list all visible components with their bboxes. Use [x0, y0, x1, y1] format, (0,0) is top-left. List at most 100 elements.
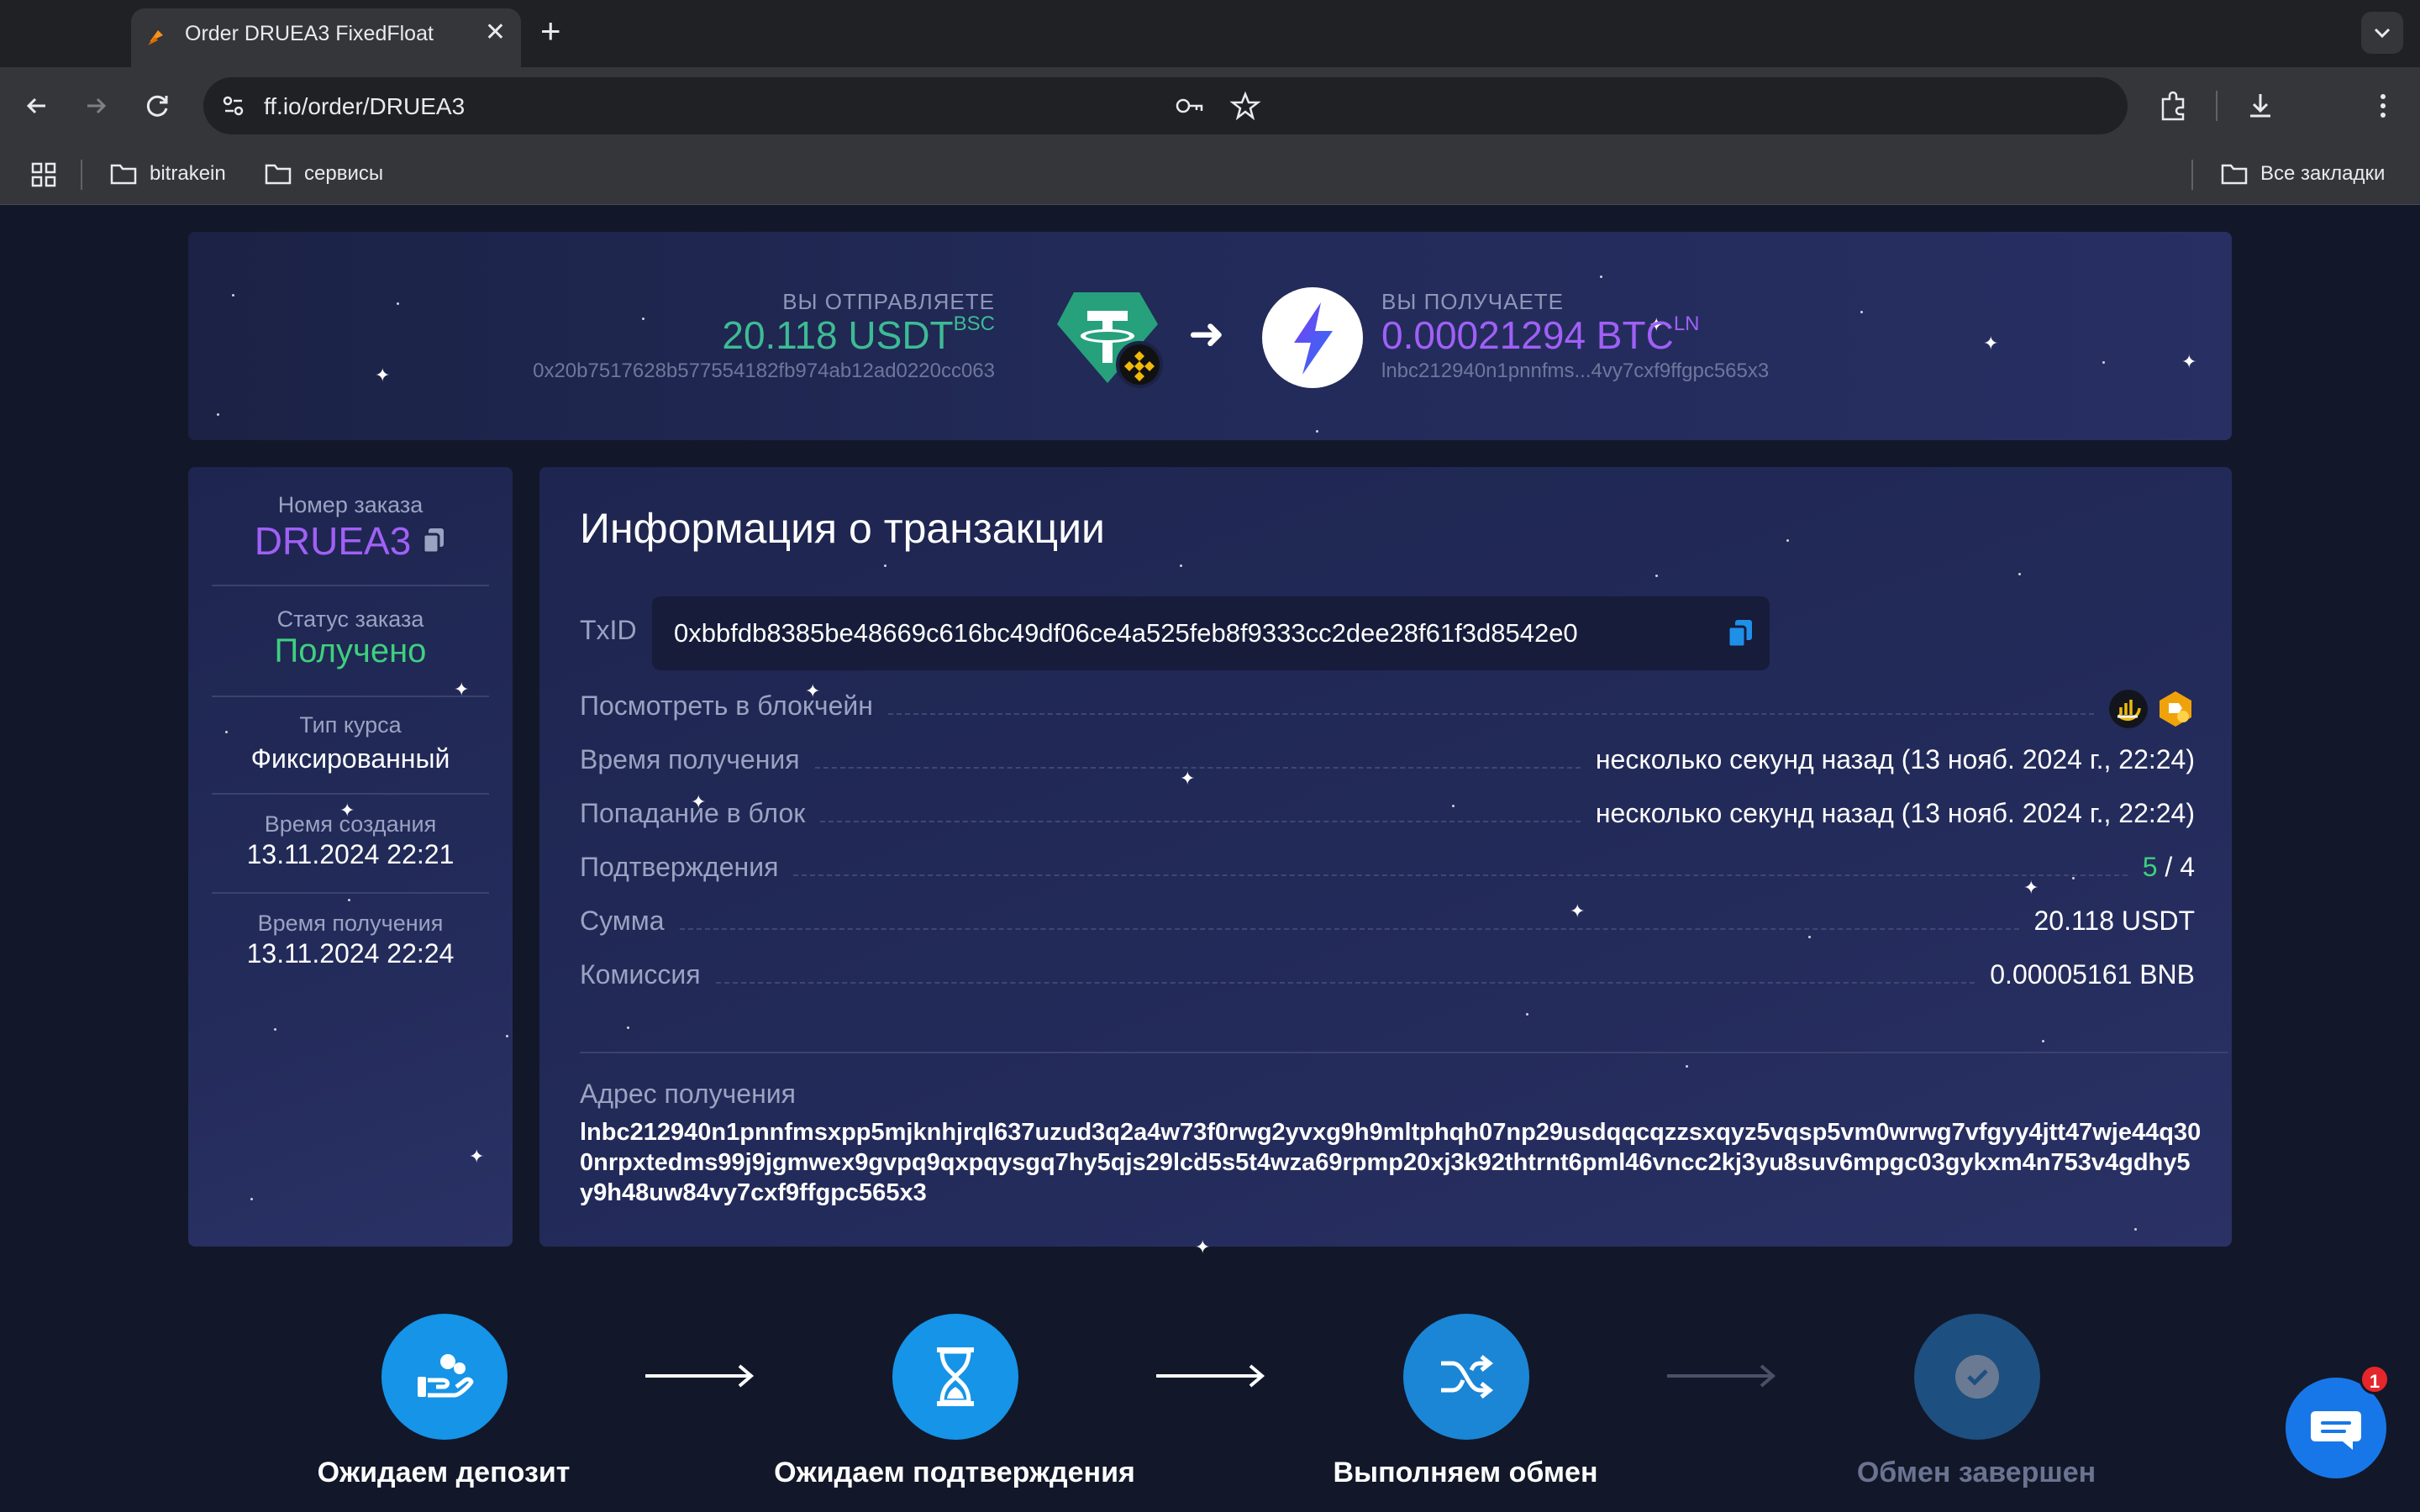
divider	[580, 1052, 2228, 1053]
copy-icon[interactable]	[421, 527, 446, 555]
confirmations-row: Подтверждения 5 / 4	[580, 852, 2195, 889]
receive-amount: 0.00021294 BTCLN	[1381, 312, 1700, 357]
amount-label: Сумма	[580, 906, 665, 936]
order-status-label: Статус заказа	[276, 606, 424, 632]
explorer-links	[2109, 690, 2195, 728]
toolbar-divider	[2216, 91, 2217, 121]
receive-address-full[interactable]: lnbc212940n1pnnfmsxpp5mjknhjrql637uzud3q…	[580, 1117, 2202, 1208]
back-icon[interactable]	[18, 87, 55, 124]
chevron-down-icon	[2374, 28, 2391, 39]
transaction-info-panel: ✦ ✦ ✦ ✦ ✦ ✦ Информация о транзакции TxID 0x…	[539, 467, 2232, 1257]
rate-type-value: Фиксированный	[250, 743, 450, 774]
menu-kebab-icon[interactable]	[2365, 87, 2402, 124]
step-arrow-icon	[1156, 1364, 1265, 1388]
send-address: 0x20b7517628b577554182fb974ab12ad0220cc0…	[533, 360, 995, 382]
new-tab-icon[interactable]: +	[540, 13, 561, 49]
browser-tabbar: Order DRUEA3 FixedFloat ✕ +	[0, 0, 2420, 67]
step-complete-circle	[1914, 1314, 2040, 1440]
order-status-block: Статус заказа Получено	[212, 606, 489, 670]
txid-label: TxID	[580, 615, 637, 645]
step-arrow-icon	[1667, 1364, 1776, 1388]
download-icon[interactable]	[2242, 87, 2279, 124]
block-time-label: Попадание в блок	[580, 798, 806, 828]
fee-row: Комиссия 0.00005161 BNB	[580, 959, 2195, 996]
rate-type-block: Тип курса Фиксированный	[212, 712, 489, 774]
shuffle-icon	[1441, 1355, 1494, 1399]
all-bookmarks-button[interactable]: Все закладки	[2220, 161, 2385, 186]
receive-network-tag: LN	[1673, 312, 1700, 335]
rate-type-label: Тип курса	[299, 712, 402, 738]
order-number-label: Номер заказа	[277, 492, 424, 517]
bookmarks-divider	[81, 160, 82, 190]
all-bookmarks-label: Все закладки	[2260, 162, 2386, 185]
browser-toolbar: ff.io/order/DRUEA3	[0, 67, 2420, 144]
confirmations-current: 5	[2142, 852, 2158, 882]
page-content: ✦ ✦ ✦ ✦ ВЫ ОТПРАВЛЯЕТЕ 20.118 USDTBSC 0x20…	[0, 205, 2420, 1512]
browser-tab-active[interactable]: Order DRUEA3 FixedFloat ✕	[131, 8, 521, 67]
order-status-value: Получено	[274, 633, 427, 669]
order-info-panel: ✦ ✦ ✦ Номер заказа DRUEA3 Статус заказа П…	[188, 467, 513, 1247]
confirmations-value: 5 / 4	[2143, 852, 2195, 883]
send-amount: 20.118 USDTBSC	[722, 312, 995, 357]
tab-close-icon[interactable]: ✕	[485, 20, 506, 45]
chat-notification-badge: 1	[2360, 1364, 2390, 1394]
bookmarks-bar: bitrakein сервисы Все закладки	[0, 144, 2420, 205]
send-network-tag: BSC	[953, 312, 995, 335]
created-time-label: Время создания	[264, 811, 437, 837]
usdt-bsc-logo-icon	[1057, 292, 1163, 388]
step-confirmations-label: Ожидаем подтверждения	[774, 1457, 1135, 1488]
fee-label: Комиссия	[580, 959, 701, 990]
transaction-info-title: Информация о транзакции	[580, 505, 1105, 552]
swap-arrow-icon: ➜	[1188, 310, 1225, 359]
row-leader	[679, 910, 2019, 930]
bookmark-label: bitrakein	[150, 162, 226, 185]
amount-row: Сумма 20.118 USDT	[580, 906, 2195, 942]
bookmark-star-icon[interactable]	[1227, 87, 1264, 124]
blockchain-explorer-icon[interactable]	[2156, 690, 2195, 728]
url-text: ff.io/order/DRUEA3	[264, 93, 466, 119]
step-deposit-label: Ожидаем депозит	[317, 1457, 571, 1488]
bscscan-icon[interactable]	[2109, 690, 2148, 728]
step-confirmations-circle	[892, 1314, 1018, 1440]
confirmations-label: Подтверждения	[580, 852, 779, 882]
order-number-block: Номер заказа DRUEA3	[212, 492, 489, 564]
hourglass-icon	[937, 1347, 974, 1406]
password-key-icon[interactable]	[1171, 87, 1208, 124]
bookmark-label: сервисы	[304, 162, 384, 185]
forward-icon[interactable]	[77, 87, 114, 124]
block-time-row: Попадание в блок несколько секунд назад …	[580, 798, 2195, 835]
divider	[212, 696, 489, 697]
row-leader	[820, 802, 1581, 822]
step-exchange-label: Выполняем обмен	[1333, 1457, 1598, 1488]
bookmark-folder-bitrakein[interactable]: bitrakein	[109, 161, 226, 186]
bookmark-folder-services[interactable]: сервисы	[264, 161, 383, 186]
apps-grid-icon[interactable]	[29, 160, 59, 190]
receive-address: lnbc212940n1pnnfms...4vy7cxf9ffgpc565x3	[1381, 360, 1770, 382]
address-bar[interactable]: ff.io/order/DRUEA3	[203, 77, 2128, 134]
confirmations-required: / 4	[2165, 852, 2195, 882]
received-time-block: Время получения 13.11.2024 22:24	[212, 911, 489, 969]
txid-value: 0xbbfdb8385be48669c616bc49df06ce4a525feb…	[674, 618, 1578, 648]
deposit-hand-icon	[418, 1354, 474, 1398]
tab-search-button[interactable]	[2361, 12, 2403, 54]
row-leader	[814, 748, 1581, 769]
folder-icon	[265, 164, 292, 185]
site-settings-icon[interactable]	[215, 87, 252, 124]
fee-value: 0.00005161 BNB	[1990, 959, 2195, 990]
bookmarks-divider	[2191, 160, 2193, 190]
step-deposit-circle	[381, 1314, 508, 1440]
exchange-summary: ✦ ✦ ✦ ✦ ВЫ ОТПРАВЛЯЕТЕ 20.118 USDTBSC 0x20…	[188, 232, 2232, 440]
receive-time-label: Время получения	[580, 744, 800, 774]
extensions-icon[interactable]	[2154, 87, 2191, 124]
reload-icon[interactable]	[139, 87, 176, 124]
step-arrow-icon	[645, 1364, 755, 1388]
step-complete-label: Обмен завершен	[1856, 1457, 2096, 1488]
row-leader	[715, 963, 1975, 984]
block-time-value: несколько секунд назад (13 нояб. 2024 г.…	[1595, 798, 2195, 828]
amount-value: 20.118 USDT	[2033, 906, 2196, 936]
txid-field[interactable]: 0xbbfdb8385be48669c616bc49df06ce4a525feb…	[652, 596, 1770, 670]
created-time-value: 13.11.2024 22:21	[246, 839, 455, 869]
divider	[212, 892, 489, 894]
step-exchange-circle	[1403, 1314, 1529, 1440]
copy-txid-icon[interactable]	[1726, 618, 1754, 648]
